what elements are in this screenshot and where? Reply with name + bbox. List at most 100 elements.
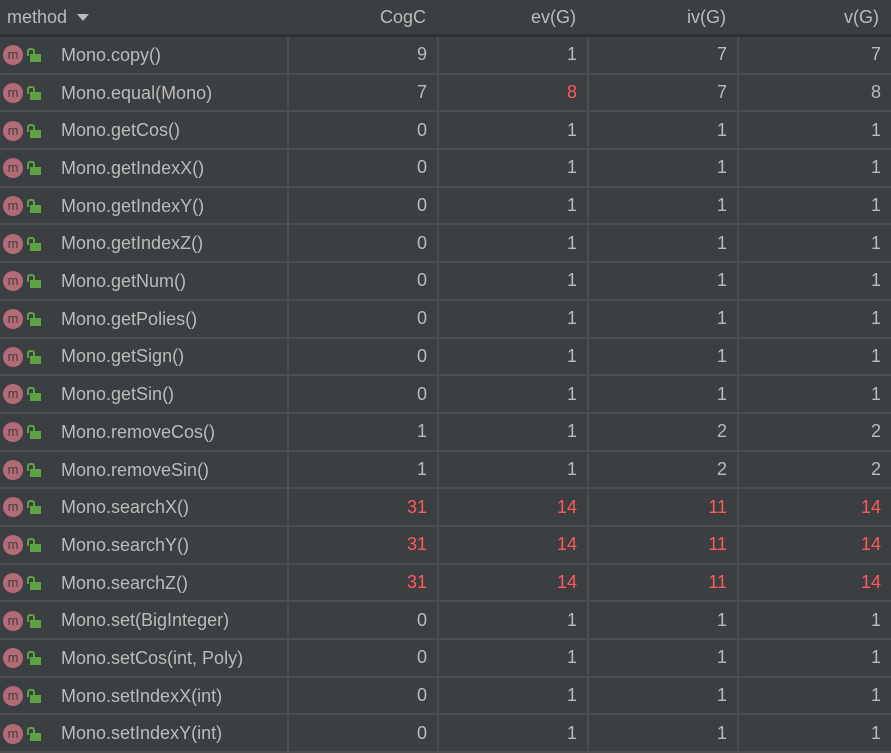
cogc-cell: 0 <box>287 262 439 301</box>
table-row[interactable]: m Mono.setIndexY(int) 0 1 1 1 <box>0 714 891 753</box>
cogc-cell: 0 <box>287 337 439 377</box>
table-row[interactable]: m Mono.setIndexX(int) 0 1 1 1 <box>0 676 891 716</box>
ivg-cell: 1 <box>587 224 739 264</box>
table-row[interactable]: m Mono.getSin() 0 1 1 1 <box>0 375 891 414</box>
table-row[interactable]: m Mono.removeSin() 1 1 2 2 <box>0 450 891 490</box>
vg-cell: 2 <box>737 450 891 490</box>
method-name: Mono.copy() <box>61 44 162 65</box>
ivg-cell: 1 <box>587 714 739 753</box>
cogc-cell: 9 <box>287 35 439 75</box>
column-header-cogc[interactable]: CogC <box>288 0 438 37</box>
method-cell[interactable]: m Mono.getIndexY() <box>0 186 289 226</box>
method-icon: m <box>3 572 23 593</box>
evg-cell: 1 <box>437 224 589 264</box>
method-icon: m <box>3 685 23 706</box>
evg-cell: 1 <box>437 375 589 414</box>
method-cell[interactable]: m Mono.setIndexY(int) <box>0 714 289 753</box>
table-row[interactable]: m Mono.getSign() 0 1 1 1 <box>0 337 891 377</box>
method-cell[interactable]: m Mono.getPolies() <box>0 299 289 339</box>
column-header-method[interactable]: method <box>0 0 288 37</box>
ivg-cell: 2 <box>587 450 739 490</box>
method-name: Mono.getIndexX() <box>61 157 205 178</box>
method-cell[interactable]: m Mono.searchZ() <box>0 563 289 603</box>
method-cell[interactable]: m Mono.copy() <box>0 35 289 75</box>
vg-cell: 1 <box>737 676 891 716</box>
vg-cell: 8 <box>737 73 891 113</box>
method-cell[interactable]: m Mono.getSign() <box>0 337 289 377</box>
vg-cell: 1 <box>737 149 891 188</box>
vg-cell: 1 <box>737 111 891 151</box>
table-row[interactable]: m Mono.copy() 9 1 7 7 <box>0 35 891 75</box>
method-name: Mono.getCos() <box>61 120 181 141</box>
vg-cell: 1 <box>737 639 891 678</box>
vg-cell: 1 <box>737 299 891 339</box>
method-name: Mono.equal(Mono) <box>61 82 213 103</box>
method-cell[interactable]: m Mono.searchY() <box>0 525 289 565</box>
table-row[interactable]: m Mono.setCos(int, Poly) 0 1 1 1 <box>0 639 891 678</box>
method-cell[interactable]: m Mono.removeCos() <box>0 412 289 452</box>
column-header-vg[interactable]: v(G) <box>738 0 891 37</box>
cogc-cell: 7 <box>287 73 439 113</box>
table-row[interactable]: m Mono.searchX() 31 14 11 14 <box>0 488 891 527</box>
method-cell[interactable]: m Mono.setIndexX(int) <box>0 676 289 716</box>
ivg-cell: 7 <box>587 73 739 113</box>
method-cell[interactable]: m Mono.set(BigInteger) <box>0 601 289 640</box>
ivg-cell: 7 <box>587 35 739 75</box>
ivg-cell: 1 <box>587 262 739 301</box>
table-row[interactable]: m Mono.getCos() 0 1 1 1 <box>0 111 891 151</box>
ivg-cell: 2 <box>587 412 739 452</box>
cogc-cell: 0 <box>287 149 439 188</box>
ivg-cell: 1 <box>587 299 739 339</box>
evg-cell: 1 <box>437 262 589 301</box>
vg-cell: 14 <box>737 525 891 565</box>
method-icon: m <box>3 82 23 103</box>
table-row[interactable]: m Mono.getIndexZ() 0 1 1 1 <box>0 224 891 264</box>
table-row[interactable]: m Mono.getIndexY() 0 1 1 1 <box>0 186 891 226</box>
method-cell[interactable]: m Mono.getIndexX() <box>0 149 289 188</box>
method-icon: m <box>3 271 23 292</box>
public-unlock-icon <box>27 236 41 251</box>
method-cell[interactable]: m Mono.setCos(int, Poly) <box>0 639 289 678</box>
method-icon: m <box>3 195 23 216</box>
ivg-cell: 1 <box>587 111 739 151</box>
table-row[interactable]: m Mono.searchY() 31 14 11 14 <box>0 525 891 565</box>
public-unlock-icon <box>27 538 41 553</box>
public-unlock-icon <box>27 613 41 628</box>
ivg-cell: 1 <box>587 676 739 716</box>
method-icon: m <box>3 233 23 254</box>
public-unlock-icon <box>27 688 41 703</box>
cogc-cell: 0 <box>287 375 439 414</box>
method-cell[interactable]: m Mono.equal(Mono) <box>0 73 289 113</box>
vg-cell: 14 <box>737 563 891 603</box>
table-row[interactable]: m Mono.getNum() 0 1 1 1 <box>0 262 891 301</box>
method-cell[interactable]: m Mono.getIndexZ() <box>0 224 289 264</box>
cogc-cell: 1 <box>287 412 439 452</box>
evg-cell: 14 <box>437 488 589 527</box>
vg-cell: 1 <box>737 601 891 640</box>
method-icon: m <box>3 158 23 179</box>
table-row[interactable]: m Mono.getPolies() 0 1 1 1 <box>0 299 891 339</box>
evg-cell: 1 <box>437 299 589 339</box>
vg-cell: 1 <box>737 337 891 377</box>
method-cell[interactable]: m Mono.searchX() <box>0 488 289 527</box>
vg-cell: 1 <box>737 375 891 414</box>
table-row[interactable]: m Mono.getIndexX() 0 1 1 1 <box>0 149 891 188</box>
table-row[interactable]: m Mono.removeCos() 1 1 2 2 <box>0 412 891 452</box>
table-row[interactable]: m Mono.searchZ() 31 14 11 14 <box>0 563 891 603</box>
method-cell[interactable]: m Mono.getSin() <box>0 375 289 414</box>
public-unlock-icon <box>27 85 41 100</box>
evg-cell: 1 <box>437 450 589 490</box>
ivg-cell: 1 <box>587 149 739 188</box>
table-row[interactable]: m Mono.set(BigInteger) 0 1 1 1 <box>0 601 891 640</box>
method-cell[interactable]: m Mono.getCos() <box>0 111 289 151</box>
sort-descending-icon[interactable] <box>77 14 90 22</box>
public-unlock-icon <box>27 575 41 590</box>
method-icon: m <box>3 610 23 631</box>
column-header-ivg[interactable]: iv(G) <box>588 0 738 37</box>
public-unlock-icon <box>27 198 41 213</box>
table-row[interactable]: m Mono.equal(Mono) 7 8 7 8 <box>0 73 891 113</box>
vg-cell: 2 <box>737 412 891 452</box>
column-header-evg[interactable]: ev(G) <box>438 0 588 37</box>
method-cell[interactable]: m Mono.removeSin() <box>0 450 289 490</box>
method-cell[interactable]: m Mono.getNum() <box>0 262 289 301</box>
